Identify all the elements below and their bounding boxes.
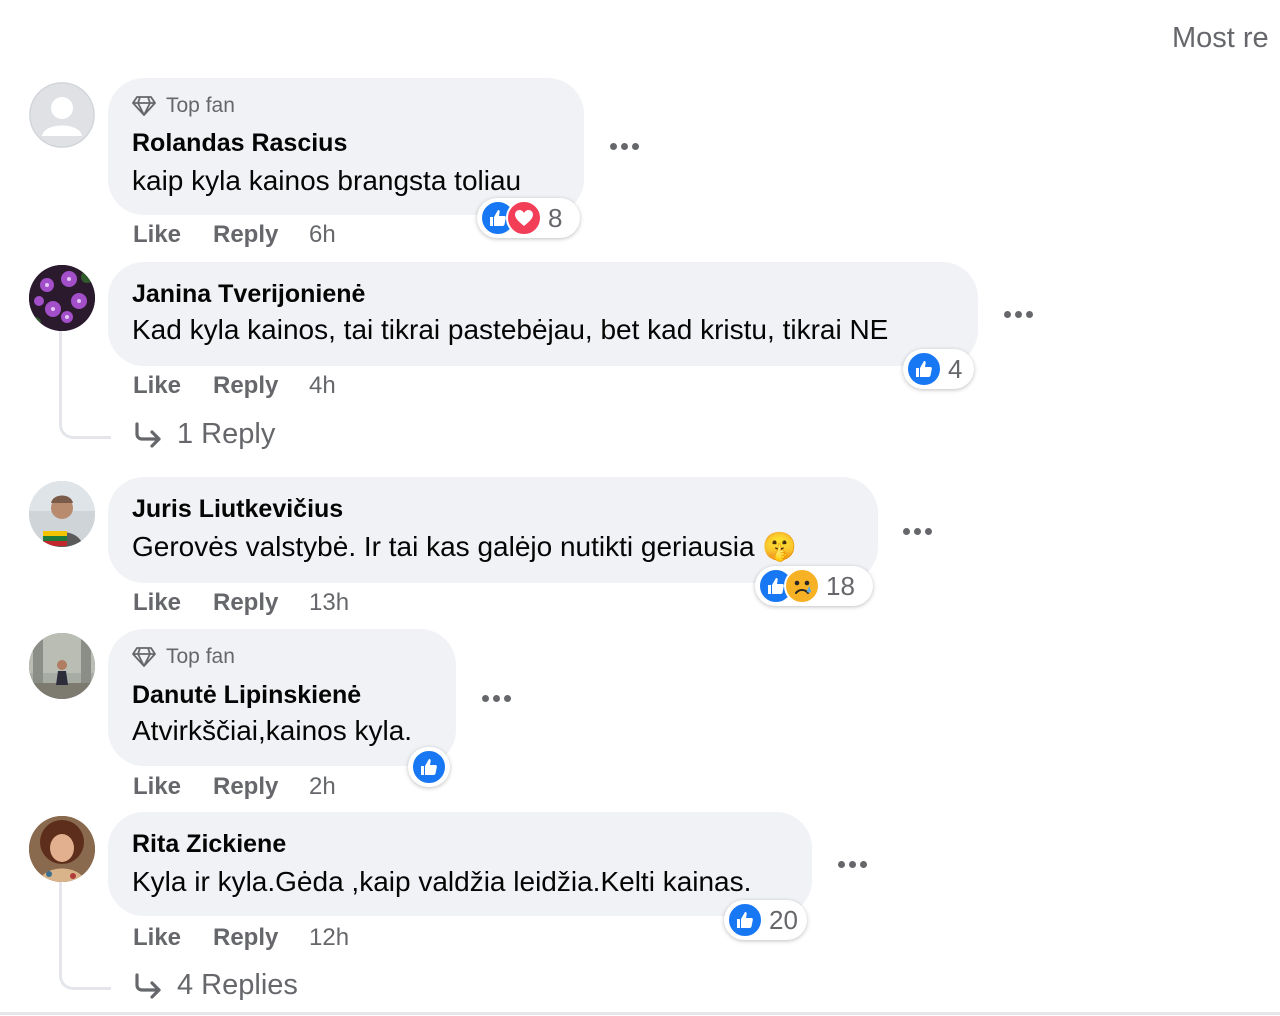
comment-actions: Like Reply 13h — [133, 589, 349, 617]
reply-button[interactable]: Reply — [213, 372, 309, 400]
comment-actions: Like Reply 6h — [133, 221, 336, 249]
comment-bubble: Top fan Danutė Lipinskienė Atvirkščiai,k… — [108, 629, 456, 766]
reaction-count: 4 — [948, 353, 963, 384]
sad-face-icon — [784, 568, 820, 604]
reaction-summary[interactable] — [408, 747, 450, 787]
comment-text: Kyla ir kyla.Gėda ,kaip valdžia leidžia.… — [132, 866, 752, 897]
replies-count: 4 Replies — [177, 969, 298, 1001]
reaction-summary[interactable]: 8 — [477, 198, 580, 238]
badge-label: Top fan — [166, 645, 235, 668]
reply-button[interactable]: Reply — [213, 221, 309, 249]
comment-bubble: Juris Liutkevičius Gerovės valstybė. Ir … — [108, 477, 878, 583]
comment-text: kaip kyla kainos brangsta toliau — [132, 165, 522, 196]
comment-actions: Like Reply 2h — [133, 773, 336, 801]
like-button[interactable]: Like — [133, 924, 213, 952]
comment-bubble: Janina Tverijonienė Kad kyla kainos, tai… — [108, 262, 978, 366]
comment-text: Gerovės valstybė. Ir tai kas galėjo nuti… — [132, 531, 798, 562]
comment-timestamp[interactable]: 13h — [309, 589, 349, 617]
reaction-summary[interactable]: 4 — [903, 349, 974, 389]
avatar[interactable] — [29, 816, 95, 882]
avatar[interactable] — [29, 633, 95, 699]
thumbs-up-icon — [411, 749, 447, 785]
like-button[interactable]: Like — [133, 773, 213, 801]
more-options-icon[interactable] — [610, 141, 639, 151]
comment-actions: Like Reply 4h — [133, 372, 336, 400]
thumbs-up-icon — [727, 902, 763, 938]
comment-timestamp[interactable]: 4h — [309, 372, 336, 400]
reaction-summary[interactable]: 18 — [755, 566, 873, 606]
divider — [0, 1012, 1280, 1015]
more-options-icon[interactable] — [482, 693, 511, 703]
reply-arrow-icon — [135, 972, 161, 999]
reply-arrow-icon — [135, 421, 161, 448]
replies-count: 1 Reply — [177, 418, 276, 450]
reply-button[interactable]: Reply — [213, 589, 309, 617]
comment-actions: Like Reply 12h — [133, 924, 349, 952]
avatar[interactable] — [29, 82, 95, 148]
avatar[interactable] — [29, 265, 95, 331]
diamond-icon — [132, 647, 156, 667]
badge-label: Top fan — [166, 94, 235, 117]
comment-timestamp[interactable]: 12h — [309, 924, 349, 952]
heart-icon — [506, 200, 542, 236]
sort-dropdown[interactable]: Most re — [1172, 22, 1269, 55]
avatar[interactable] — [29, 481, 95, 547]
reaction-count: 18 — [826, 570, 855, 601]
comment-timestamp[interactable]: 6h — [309, 221, 336, 249]
reaction-count: 20 — [769, 904, 798, 935]
comment-author[interactable]: Rita Zickiene — [132, 830, 286, 859]
thread-line — [59, 882, 111, 990]
more-options-icon[interactable] — [903, 526, 932, 536]
top-fan-badge[interactable]: Top fan — [132, 94, 235, 118]
reaction-count: 8 — [548, 202, 563, 233]
more-options-icon[interactable] — [1004, 309, 1033, 319]
top-fan-badge[interactable]: Top fan — [132, 645, 235, 669]
more-options-icon[interactable] — [838, 859, 867, 869]
comment-author[interactable]: Rolandas Rascius — [132, 129, 347, 158]
thread-line — [59, 331, 111, 439]
reaction-summary[interactable]: 20 — [724, 900, 807, 940]
reply-button[interactable]: Reply — [213, 773, 309, 801]
comment-bubble: Rita Zickiene Kyla ir kyla.Gėda ,kaip va… — [108, 812, 812, 916]
comment-text: Atvirkščiai,kainos kyla. — [132, 715, 413, 746]
comment-text: Kad kyla kainos, tai tikrai pastebėjau, … — [132, 314, 889, 345]
like-button[interactable]: Like — [133, 221, 213, 249]
reply-button[interactable]: Reply — [213, 924, 309, 952]
comment-timestamp[interactable]: 2h — [309, 773, 336, 801]
comment-bubble: Top fan Rolandas Rascius kaip kyla kaino… — [108, 78, 584, 215]
comment-author[interactable]: Juris Liutkevičius — [132, 495, 343, 524]
view-replies-link[interactable]: 1 Reply — [133, 418, 275, 451]
like-button[interactable]: Like — [133, 372, 213, 400]
comment-author[interactable]: Danutė Lipinskienė — [132, 681, 361, 710]
diamond-icon — [132, 96, 156, 116]
view-replies-link[interactable]: 4 Replies — [133, 969, 298, 1002]
comment-author[interactable]: Janina Tverijonienė — [132, 280, 365, 309]
like-button[interactable]: Like — [133, 589, 213, 617]
thumbs-up-icon — [906, 351, 942, 387]
